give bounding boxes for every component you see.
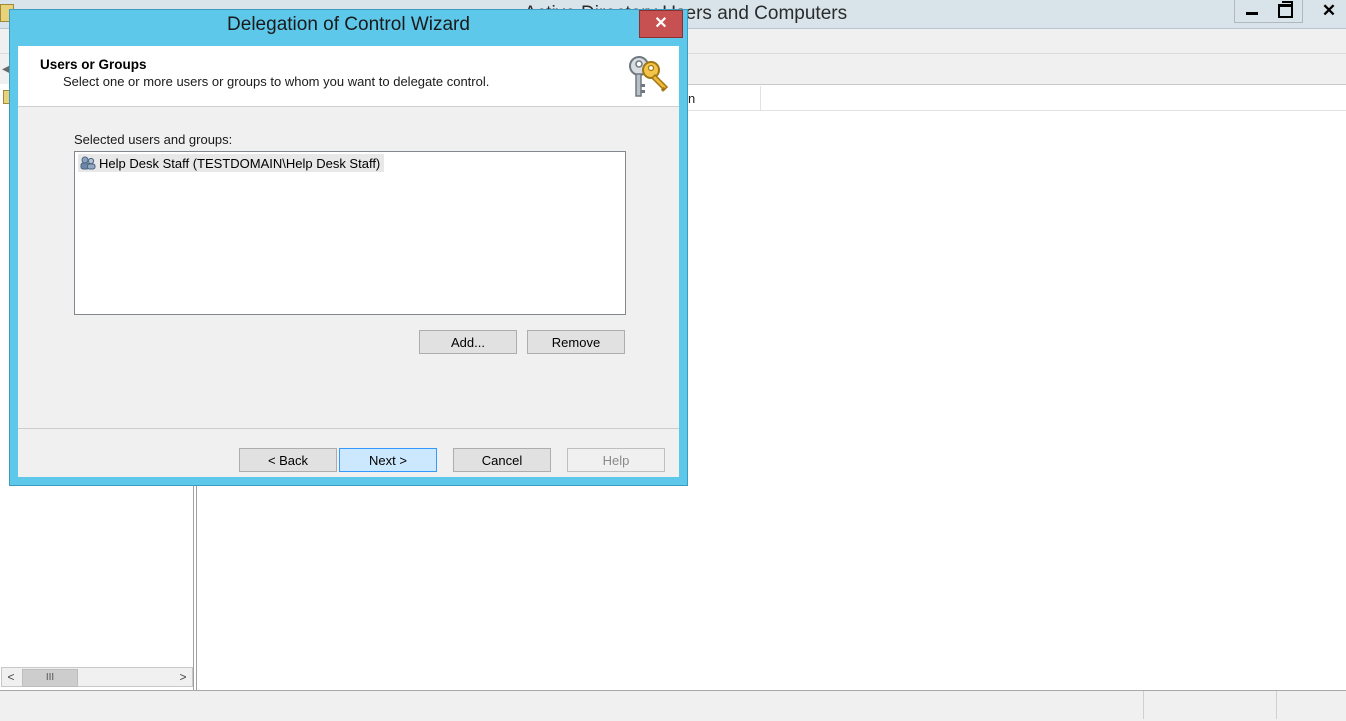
status-divider [1143,691,1144,719]
footer-separator [18,428,679,429]
tree-horizontal-scrollbar[interactable]: < III > [1,667,193,687]
cancel-button[interactable]: Cancel [453,448,551,472]
minimize-icon [1246,12,1258,15]
scroll-left-icon[interactable]: < [2,668,20,686]
keys-icon [629,56,669,97]
wizard-step-title: Users or Groups [40,57,147,72]
back-button[interactable]: < Back [239,448,337,472]
dialog-close-button[interactable]: ✕ [639,10,683,38]
add-button[interactable]: Add... [419,330,517,354]
remove-button[interactable]: Remove [527,330,625,354]
group-icon [80,156,96,170]
selected-users-label: Selected users and groups: [74,132,233,147]
column-header[interactable]: n [688,86,761,110]
wizard-header: Users or Groups Select one or more users… [18,46,679,107]
selected-users-listbox[interactable]: Help Desk Staff (TESTDOMAIN\Help Desk St… [74,151,626,315]
list-item-label: Help Desk Staff (TESTDOMAIN\Help Desk St… [99,155,381,171]
delegation-wizard-dialog: Delegation of Control Wizard ✕ Users or … [9,9,688,486]
dialog-body: Users or Groups Select one or more users… [18,46,679,477]
next-button[interactable]: Next > [339,448,437,472]
wizard-step-subtitle: Select one or more users or groups to wh… [63,74,490,89]
restore-icon [1277,1,1293,18]
main-close-button[interactable]: ✕ [1312,0,1346,22]
scroll-right-icon[interactable]: > [174,668,192,686]
minimize-button[interactable] [1234,0,1269,23]
dialog-title: Delegation of Control Wizard [227,14,470,35]
restore-button[interactable] [1268,0,1303,23]
list-item[interactable]: Help Desk Staff (TESTDOMAIN\Help Desk St… [78,154,385,172]
scroll-thumb[interactable]: III [22,669,78,687]
help-button[interactable]: Help [567,448,665,472]
status-bar [0,690,1346,721]
status-divider [1276,691,1277,719]
